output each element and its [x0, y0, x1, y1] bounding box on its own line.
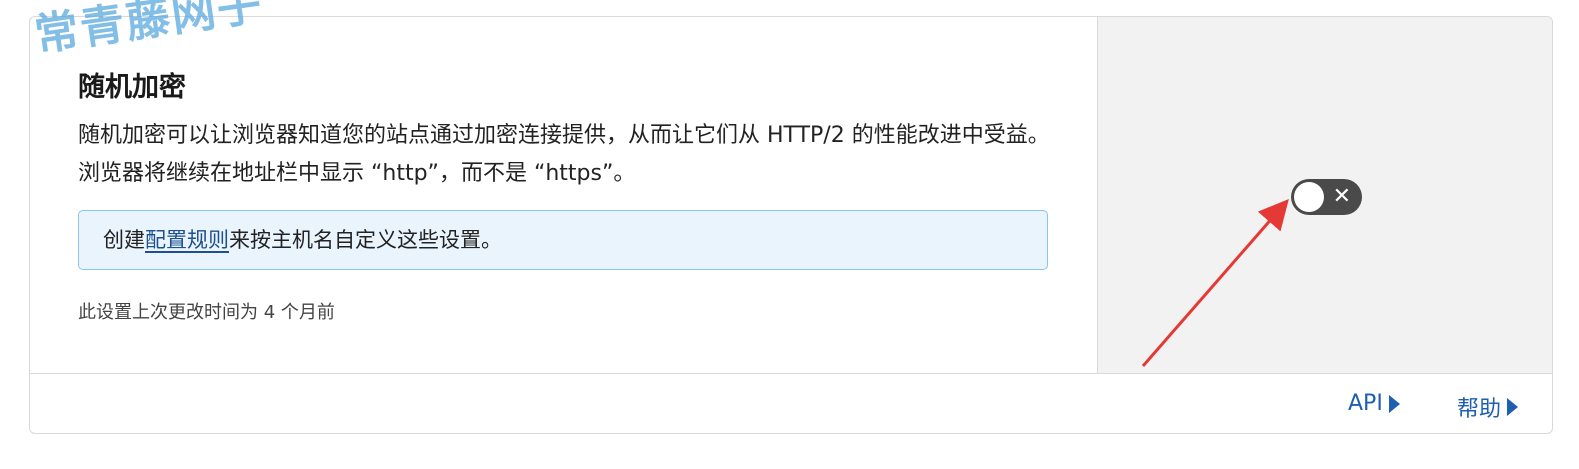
toggle-knob [1294, 182, 1324, 212]
setting-title: 随机加密 [78, 72, 186, 103]
configuration-rules-link[interactable]: 配置规则 [145, 228, 229, 252]
help-link-label: 帮助 [1457, 397, 1502, 422]
help-link[interactable]: 帮助 [1457, 391, 1519, 423]
caret-right-icon [1507, 398, 1519, 416]
info-suffix: 来按主机名自定义这些设置。 [229, 228, 502, 252]
setting-control-column: ✕ [1097, 17, 1552, 373]
info-callout: 创建配置规则来按主机名自定义这些设置。 [78, 210, 1048, 270]
setting-description-column: 随机加密 随机加密可以让浏览器知道您的站点通过加密连接提供，从而让它们从 HTT… [30, 17, 1097, 373]
api-link-label: API [1348, 391, 1383, 416]
api-link[interactable]: API [1348, 391, 1400, 416]
info-prefix: 创建 [103, 228, 145, 252]
setting-card: 随机加密 随机加密可以让浏览器知道您的站点通过加密连接提供，从而让它们从 HTT… [29, 16, 1553, 434]
opportunistic-encryption-toggle[interactable]: ✕ [1291, 179, 1362, 215]
last-modified-text: 此设置上次更改时间为 4 个月前 [78, 302, 335, 323]
close-icon: ✕ [1332, 184, 1351, 209]
card-body: 随机加密 随机加密可以让浏览器知道您的站点通过加密连接提供，从而让它们从 HTT… [30, 17, 1552, 374]
setting-description: 随机加密可以让浏览器知道您的站点通过加密连接提供，从而让它们从 HTTP/2 的… [78, 123, 1050, 186]
caret-right-icon [1388, 394, 1400, 413]
card-footer: API 帮助 [30, 374, 1552, 433]
